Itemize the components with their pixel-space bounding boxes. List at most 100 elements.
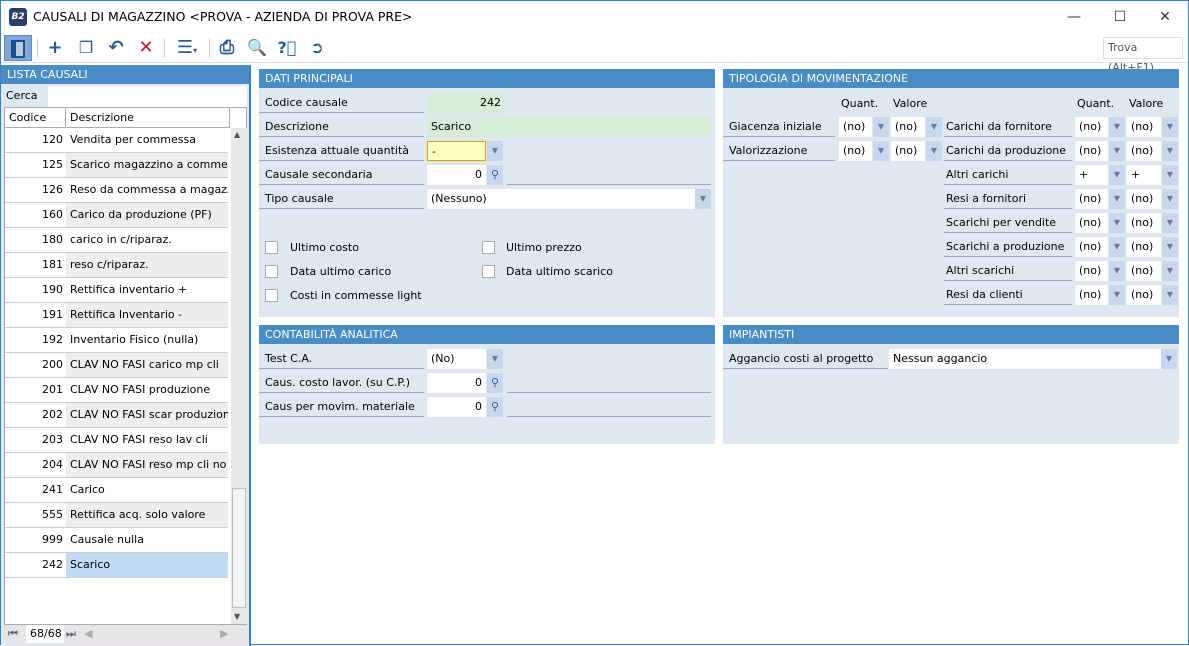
tipo-select[interactable]: (Nessuno) (427, 189, 695, 209)
close-button[interactable]: ✕ (1142, 1, 1188, 33)
data-carico-checkbox[interactable] (265, 265, 278, 278)
table-row[interactable]: 241 Carico (5, 478, 228, 503)
test-ca-select[interactable]: (No) (427, 349, 486, 369)
menu-icon[interactable]: ☰▾ (169, 35, 205, 61)
chevron-down-icon[interactable]: ▼ (487, 349, 503, 369)
chevron-down-icon[interactable]: ▼ (1109, 141, 1125, 161)
search-icon[interactable]: ⚲ (487, 373, 503, 393)
table-row[interactable]: 203 CLAV NO FASI reso lav cli (5, 428, 228, 453)
aggancio-select[interactable]: Nessun aggancio (889, 349, 1161, 369)
caus-costo-field[interactable]: 0 (427, 373, 486, 393)
chevron-down-icon[interactable]: ▼ (1162, 117, 1178, 137)
chevron-down-icon[interactable]: ▼ (1109, 117, 1125, 137)
esistenza-select[interactable]: - (427, 141, 486, 161)
table-row[interactable]: 204 CLAV NO FASI reso mp cli no la (5, 453, 228, 478)
scroll-thumb[interactable] (232, 488, 246, 608)
ultimo-prezzo-checkbox[interactable] (482, 241, 495, 254)
hscroll-right[interactable]: ▶ (220, 625, 228, 643)
quant-select[interactable]: (no) (839, 117, 872, 137)
chevron-down-icon[interactable]: ▼ (487, 141, 503, 161)
chevron-down-icon[interactable]: ▼ (1162, 285, 1178, 305)
quant-select[interactable]: (no) (1075, 141, 1108, 161)
valore-select[interactable]: (no) (1127, 189, 1161, 209)
chevron-down-icon[interactable]: ▼ (1162, 141, 1178, 161)
search-icon[interactable]: ⚲ (487, 165, 503, 185)
table-row[interactable]: 555 Rettifica acq. solo valore (5, 503, 228, 528)
table-row[interactable]: 160 Carico da produzione (PF) (5, 203, 228, 228)
chevron-down-icon[interactable]: ▼ (1109, 285, 1125, 305)
table-row[interactable]: 242 Scarico (5, 553, 228, 578)
minimize-button[interactable]: — (1051, 1, 1097, 33)
last-page-icon[interactable]: ⏭ (66, 625, 76, 643)
vertical-scrollbar[interactable]: ▲ ▼ (231, 128, 247, 624)
valore-select[interactable]: + (1127, 165, 1161, 185)
chevron-down-icon[interactable]: ▼ (873, 141, 889, 161)
add-icon[interactable]: + (41, 35, 69, 61)
chevron-down-icon[interactable]: ▼ (1109, 261, 1125, 281)
exit-icon[interactable]: ➲ (303, 35, 331, 61)
caus-mat-field[interactable]: 0 (427, 397, 486, 417)
chevron-down-icon[interactable]: ▼ (1109, 237, 1125, 257)
table-row[interactable]: 999 Causale nulla (5, 528, 228, 553)
table-row[interactable]: 202 CLAV NO FASI scar produzione (5, 403, 228, 428)
quant-select[interactable]: (no) (1075, 213, 1108, 233)
secondaria-field[interactable]: 0 (427, 165, 486, 185)
quant-select[interactable]: (no) (1075, 237, 1108, 257)
valore-select[interactable]: (no) (1127, 141, 1161, 161)
table-row[interactable]: 201 CLAV NO FASI produzione (5, 378, 228, 403)
chevron-down-icon[interactable]: ▼ (1162, 165, 1178, 185)
search-input[interactable] (48, 86, 247, 107)
panel-toggle-icon[interactable] (4, 35, 32, 61)
col-header-code[interactable]: Codice (5, 108, 66, 128)
chevron-down-icon[interactable]: ▼ (873, 117, 889, 137)
search-icon[interactable]: ⚲ (487, 397, 503, 417)
table-row[interactable]: 192 Inventario Fisico (nulla) (5, 328, 228, 353)
table-row[interactable]: 125Scarico magazzino a commessa (5, 153, 228, 178)
hscroll-left[interactable]: ◀ (84, 625, 92, 643)
chevron-down-icon[interactable]: ▼ (1109, 213, 1125, 233)
chevron-down-icon[interactable]: ▼ (926, 141, 942, 161)
valore-select[interactable]: (no) (891, 141, 925, 161)
quant-select[interactable]: (no) (1075, 117, 1108, 137)
data-scarico-checkbox[interactable] (482, 265, 495, 278)
quant-select[interactable]: + (1075, 165, 1108, 185)
copy-icon[interactable]: ❐ (72, 35, 100, 61)
quant-select[interactable]: (no) (1075, 285, 1108, 305)
descrizione-field[interactable]: Scarico (427, 117, 711, 137)
quant-select[interactable]: (no) (839, 141, 872, 161)
costi-light-checkbox[interactable] (265, 289, 278, 302)
quant-select[interactable]: (no) (1075, 261, 1108, 281)
chevron-down-icon[interactable]: ▼ (1162, 213, 1178, 233)
maximize-button[interactable]: ☐ (1097, 1, 1143, 33)
table-row[interactable]: 126 Reso da commessa a magazzino (5, 178, 228, 203)
table-row[interactable]: 181 reso c/riparaz. (5, 253, 228, 278)
col-header-desc[interactable]: Descrizione (66, 108, 230, 128)
first-page-icon[interactable]: ⏮ (8, 625, 18, 643)
chevron-down-icon[interactable]: ▼ (926, 117, 942, 137)
print-icon[interactable]: ⎙ (213, 35, 241, 61)
chevron-down-icon[interactable]: ▼ (1162, 237, 1178, 257)
valore-select[interactable]: (no) (891, 117, 925, 137)
undo-icon[interactable]: ↶ (102, 35, 130, 61)
delete-icon[interactable]: ✕ (132, 35, 160, 61)
chevron-down-icon[interactable]: ▼ (1162, 189, 1178, 209)
valore-select[interactable]: (no) (1127, 261, 1161, 281)
valore-select[interactable]: (no) (1127, 213, 1161, 233)
table-row[interactable]: 190 Rettifica inventario + (5, 278, 228, 303)
table-row[interactable]: 180 carico in c/riparaz. (5, 228, 228, 253)
valore-select[interactable]: (no) (1127, 285, 1161, 305)
chevron-down-icon[interactable]: ▼ (1162, 261, 1178, 281)
table-row[interactable]: 120 Vendita per commessa (5, 128, 228, 153)
valore-select[interactable]: (no) (1127, 117, 1161, 137)
quant-select[interactable]: (no) (1075, 189, 1108, 209)
ultimo-costo-checkbox[interactable] (265, 241, 278, 254)
help-icon[interactable]: ?⃝ (273, 35, 301, 61)
table-row[interactable]: 200 CLAV NO FASI carico mp cli (5, 353, 228, 378)
table-row[interactable]: 191 Rettifica Inventario - (5, 303, 228, 328)
print-preview-icon[interactable]: 🔍 (243, 35, 271, 61)
chevron-down-icon[interactable]: ▼ (1109, 165, 1125, 185)
chevron-down-icon[interactable]: ▼ (695, 189, 711, 209)
chevron-down-icon[interactable]: ▼ (1109, 189, 1125, 209)
codice-field[interactable]: 242 (427, 93, 505, 113)
valore-select[interactable]: (no) (1127, 237, 1161, 257)
